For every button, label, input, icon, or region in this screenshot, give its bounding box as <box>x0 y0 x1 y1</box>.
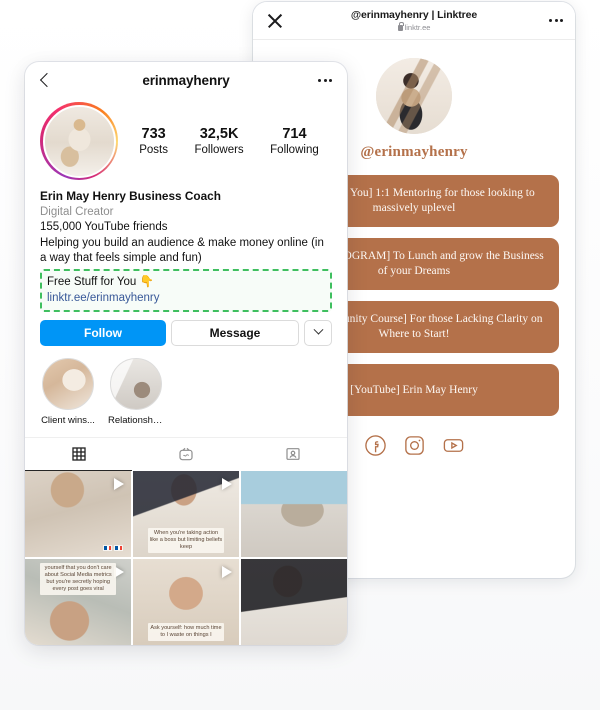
more-options-button[interactable] <box>304 319 332 346</box>
stat-value: 733 <box>141 125 166 142</box>
linktree-page-title: @erinmayhenry | Linktree <box>350 8 478 21</box>
profile-handle: erinmayhenry <box>142 72 230 88</box>
back-arrow-icon[interactable] <box>40 71 51 89</box>
tab-igtv[interactable] <box>132 438 239 471</box>
message-button[interactable]: Message <box>171 319 299 346</box>
grid-post[interactable]: When you're taking action like a boss bu… <box>132 470 240 557</box>
tab-tagged[interactable] <box>240 438 347 471</box>
profile-bio: Erin May Henry Business Coach Digital Cr… <box>25 180 347 312</box>
close-icon[interactable] <box>265 11 285 31</box>
flag-decoration <box>103 545 124 551</box>
instagram-profile-card: erinmayhenry 733 Posts 32,5K Followers 7… <box>25 62 347 645</box>
tagged-person-icon <box>286 447 300 460</box>
highlight-relationships[interactable]: Relationships <box>108 357 164 427</box>
tab-grid[interactable] <box>25 438 133 471</box>
linktree-domain-row: linktr.ee <box>253 21 575 33</box>
grid-icon <box>71 446 86 461</box>
highlight-cover <box>110 357 162 410</box>
stat-following[interactable]: 714 Following <box>270 125 319 158</box>
bio-line-1: 155,000 YouTube friends <box>40 221 168 233</box>
post-caption: yourself that you don't care about Socia… <box>39 562 117 595</box>
profile-stats: 733 Posts 32,5K Followers 714 Following <box>118 125 332 158</box>
linktree-title-block: @erinmayhenry | Linktree linktr.ee <box>253 9 575 33</box>
stat-label: Followers <box>194 143 244 156</box>
grid-post[interactable]: Ask yourself: how much time to I waste o… <box>132 558 240 645</box>
stat-label: Posts <box>139 143 168 156</box>
bio-link-highlight: Free Stuff for You 👇 linktr.ee/erinmayhe… <box>40 268 332 312</box>
video-play-icon <box>222 477 233 490</box>
profile-tabs <box>25 436 347 471</box>
overflow-menu-icon[interactable] <box>549 19 563 22</box>
grid-post[interactable]: yourself that you don't care about Socia… <box>25 558 132 645</box>
overflow-menu-icon[interactable] <box>318 78 332 82</box>
instagram-header: erinmayhenry <box>25 62 347 98</box>
post-caption: Ask yourself: how much time to I waste o… <box>147 623 225 641</box>
follow-button[interactable]: Follow <box>40 319 166 346</box>
bio-external-link[interactable]: linktr.ee/erinmayhenry <box>47 290 325 306</box>
linktree-username: @erinmayhenry <box>360 144 468 160</box>
profile-summary: 733 Posts 32,5K Followers 714 Following <box>25 98 347 180</box>
post-grid: When you're taking action like a boss bu… <box>25 470 347 645</box>
stat-label: Following <box>270 143 319 156</box>
linktree-domain: linktr.ee <box>404 22 431 32</box>
post-caption: When you're taking action like a boss bu… <box>147 528 225 553</box>
video-play-icon <box>222 565 233 578</box>
bio-free-stuff-text: Free Stuff for You 👇 <box>47 275 154 288</box>
chevron-down-icon <box>313 324 323 335</box>
video-play-icon <box>114 477 125 490</box>
stat-value: 32,5K <box>199 125 239 142</box>
highlight-cover <box>42 357 94 410</box>
bio-category: Digital Creator <box>40 206 114 218</box>
youtube-icon[interactable] <box>442 434 465 457</box>
facebook-icon[interactable] <box>364 434 387 457</box>
stat-followers[interactable]: 32,5K Followers <box>194 125 243 158</box>
grid-post[interactable] <box>240 470 347 557</box>
highlight-client-wins[interactable]: Client wins... <box>40 357 96 427</box>
linktree-browser-bar: @erinmayhenry | Linktree linktr.ee <box>253 2 575 40</box>
highlight-label: Relationships <box>108 414 164 426</box>
linktree-social-row <box>364 434 465 457</box>
screen-background: @erinmayhenry | Linktree linktr.ee @erin… <box>0 0 600 710</box>
stat-value: 714 <box>282 125 307 142</box>
stat-posts[interactable]: 733 Posts <box>139 125 168 158</box>
bio-line-2: Helping you build an audience & make mon… <box>40 236 324 265</box>
instagram-icon[interactable] <box>403 434 426 457</box>
linktree-avatar <box>376 58 452 134</box>
grid-post[interactable] <box>25 470 132 557</box>
lock-icon <box>397 21 404 31</box>
bio-display-name: Erin May Henry Business Coach <box>40 189 221 203</box>
highlight-label: Client wins... <box>41 414 95 426</box>
avatar[interactable] <box>40 102 118 180</box>
grid-post[interactable] <box>240 558 347 645</box>
profile-action-buttons: Follow Message <box>25 312 347 346</box>
story-highlights: Client wins... Relationships <box>25 346 347 427</box>
igtv-icon <box>179 447 193 460</box>
